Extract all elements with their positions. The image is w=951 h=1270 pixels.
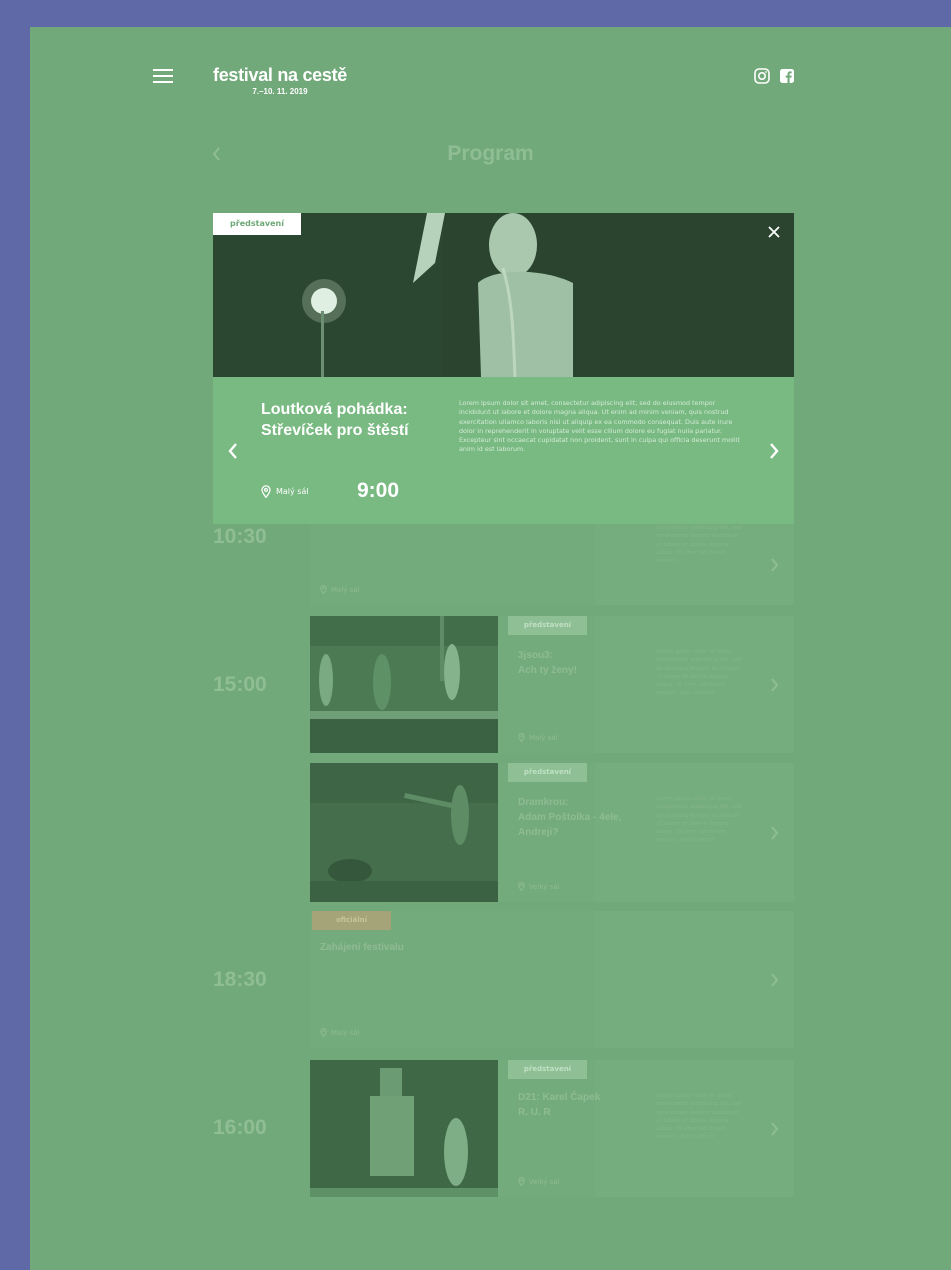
event-title: Loutková pohádka: Střevíček pro štěstí [261, 399, 409, 441]
event-time: 9:00 [357, 479, 400, 502]
venue-label: Velký sál [529, 1177, 560, 1186]
program-card[interactable]: představení Dramkrou: Adam Poštolka - 4e… [310, 763, 794, 902]
page-frame: festival na cestě 7.–10. 11. 2019 Progra… [30, 27, 951, 1270]
card-venue: Malý sál [320, 1028, 360, 1037]
map-pin-icon [518, 1177, 525, 1186]
card-title: D21: Karel Čapek R. U. R [518, 1090, 600, 1120]
event-photo [310, 1060, 498, 1197]
card-title-line: Ach ty ženy! [518, 665, 577, 676]
card-venue: Velký sál [518, 882, 560, 891]
time-label: 10:30 [213, 525, 267, 548]
category-tag: oficiální [312, 911, 391, 930]
program-card[interactable]: oficiální Zahájení festivalu Malý sál [310, 911, 794, 1048]
program-card[interactable]: představení D21: Karel Čapek R. U. R Lor… [310, 1060, 794, 1197]
card-venue: Malý sál [320, 585, 360, 594]
card-title: Dramkrou: Adam Poštolka - 4ele, Andreji? [518, 795, 621, 840]
card-title-line: Adam Poštolka - 4ele, [518, 812, 622, 823]
chevron-right-icon[interactable] [768, 442, 780, 460]
card-venue: Velký sál [518, 1177, 560, 1186]
card-description-panel [595, 911, 794, 1048]
logo[interactable]: festival na cestě 7.–10. 11. 2019 [213, 65, 347, 96]
map-pin-icon [518, 882, 525, 891]
card-description: Lorem ipsum dolor sit amet, consectetur … [656, 796, 742, 844]
map-pin-icon [320, 585, 327, 594]
venue-label: Malý sál [331, 1028, 360, 1037]
event-hero-photo: představení [213, 213, 794, 377]
venue-label: Malý sál [276, 487, 309, 496]
card-title: 3jsou3: Ach ty ženy! [518, 648, 577, 678]
event-photo [310, 616, 498, 753]
time-label: 15:00 [213, 673, 267, 696]
event-title-line: Loutková pohádka: [261, 401, 408, 418]
card-venue: Malý sál [518, 733, 558, 742]
venue-label: Malý sál [331, 585, 360, 594]
map-pin-icon [518, 733, 525, 742]
card-description: consectetur adipiscing elit, sed do eius… [656, 525, 742, 565]
chevron-right-icon[interactable] [770, 677, 780, 693]
card-title-line: Zahájení festivalu [320, 942, 404, 953]
chevron-right-icon[interactable] [770, 1121, 780, 1137]
chevron-right-icon[interactable] [770, 825, 780, 841]
card-description: Lorem ipsum dolor sit amet, consectetur … [656, 1093, 742, 1141]
venue-label: Velký sál [529, 882, 560, 891]
category-tag: představení [508, 763, 587, 782]
chevron-right-icon[interactable] [770, 557, 780, 573]
chevron-right-icon[interactable] [770, 972, 780, 988]
page-title: Program [447, 142, 534, 165]
time-label: 16:00 [213, 1116, 267, 1139]
category-tag: představení [508, 616, 587, 635]
card-title-line: 3jsou3: [518, 650, 554, 661]
menu-icon[interactable] [153, 69, 173, 83]
map-pin-icon [261, 485, 271, 498]
close-icon[interactable] [768, 226, 780, 238]
event-photo [310, 763, 498, 902]
logo-title: festival na cestě [213, 65, 347, 85]
map-pin-icon [320, 1028, 327, 1037]
card-title-line: D21: Karel Čapek [518, 1092, 601, 1103]
card-title-line: Dramkrou: [518, 797, 569, 808]
event-description: Lorem ipsum dolor sit amet, consectetur … [459, 399, 740, 454]
facebook-icon[interactable] [779, 68, 795, 84]
logo-dates: 7.–10. 11. 2019 [252, 87, 308, 96]
card-title-line: R. U. R [518, 1107, 551, 1118]
venue-label: Malý sál [529, 733, 558, 742]
card-description: Lorem ipsum dolor sit amet, consectetur … [656, 649, 742, 697]
chevron-left-icon[interactable] [227, 442, 239, 460]
event-detail-modal: představení Loutková pohádka: Střevíček … [213, 213, 794, 524]
program-card[interactable]: consectetur adipiscing elit, sed do eius… [310, 524, 794, 605]
time-label: 18:30 [213, 968, 267, 991]
card-title: Zahájení festivalu [320, 940, 404, 955]
category-tag: představení [508, 1060, 587, 1079]
card-title-line: Andreji? [518, 827, 559, 838]
event-title-line: Střevíček pro štěstí [261, 422, 409, 439]
program-card[interactable]: představení 3jsou3: Ach ty ženy! Lorem i… [310, 616, 794, 753]
event-venue: Malý sál [261, 485, 309, 498]
social-links [754, 68, 795, 84]
instagram-icon[interactable] [754, 68, 770, 84]
category-tag: představení [213, 213, 301, 235]
